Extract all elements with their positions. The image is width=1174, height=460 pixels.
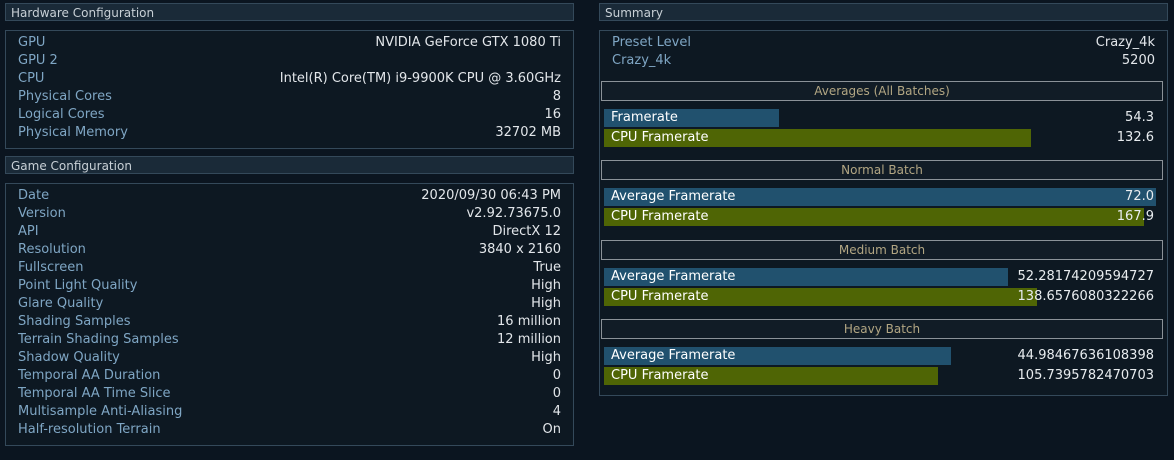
batch-section-title: Heavy Batch	[601, 319, 1163, 339]
config-key: Date	[18, 188, 50, 203]
bar-value: 167.9	[1116, 209, 1154, 224]
config-key: Shading Samples	[18, 314, 131, 329]
config-key: Point Light Quality	[18, 278, 138, 293]
bar-value: 72.0	[1125, 189, 1154, 204]
bar-value: 132.6	[1116, 130, 1154, 145]
config-value: 0	[552, 386, 561, 401]
config-row: Point Light Quality High	[6, 277, 573, 295]
hardware-config-panel: GPU NVIDIA GeForce GTX 1080 Ti GPU 2 CPU Int…	[5, 30, 574, 149]
batch-section-title: Normal Batch	[601, 160, 1163, 180]
config-row: Glare Quality High	[6, 295, 573, 313]
config-row: Fullscreen True	[6, 259, 573, 277]
config-row: API DirectX 12	[6, 223, 573, 241]
cpu-framerate-bar-row: CPU Framerate 105.7395782470703	[604, 367, 1156, 385]
config-value: v2.92.73675.0	[466, 206, 561, 221]
bar-label: Framerate	[611, 110, 678, 125]
framerate-bar-row: Framerate 54.3	[604, 109, 1156, 127]
batch-section-title: Averages (All Batches)	[601, 81, 1163, 101]
config-row: Physical Cores 8	[6, 88, 573, 106]
config-value: 3840 x 2160	[478, 242, 561, 257]
config-key: Physical Cores	[18, 89, 112, 104]
config-key: Glare Quality	[18, 296, 104, 311]
bar-label: CPU Framerate	[611, 130, 709, 145]
config-value: 12 million	[497, 332, 561, 347]
config-row: CPU Intel(R) Core(TM) i9-9900K CPU @ 3.60…	[6, 70, 573, 88]
config-value: Intel(R) Core(TM) i9-9900K CPU @ 3.60GHz	[279, 71, 561, 86]
batch-section-title: Medium Batch	[601, 240, 1163, 260]
config-row: GPU NVIDIA GeForce GTX 1080 Ti	[6, 34, 573, 52]
bar-label: Average Framerate	[611, 189, 736, 204]
bar-label: Average Framerate	[611, 269, 736, 284]
summary-row: Crazy_4k 5200	[600, 52, 1167, 70]
summary-key: Preset Level	[612, 35, 691, 50]
bar-value: 105.7395782470703	[1017, 368, 1154, 383]
config-value: 8	[552, 89, 561, 104]
config-row: GPU 2	[6, 52, 573, 70]
config-row: Shading Samples 16 million	[6, 313, 573, 331]
config-row: Date 2020/09/30 06:43 PM	[6, 187, 573, 205]
config-value: 32702 MB	[495, 125, 561, 140]
config-value: 16	[544, 107, 561, 122]
config-value: 16 million	[497, 314, 561, 329]
summary-row: Preset Level Crazy_4k	[600, 34, 1167, 52]
config-key: Terrain Shading Samples	[18, 332, 179, 347]
config-value: True	[533, 260, 561, 275]
config-value: NVIDIA GeForce GTX 1080 Ti	[375, 35, 561, 50]
config-key: Version	[18, 206, 66, 221]
framerate-bar-row: Average Framerate 44.98467636108398	[604, 347, 1156, 365]
bar-label: CPU Framerate	[611, 368, 709, 383]
config-value: High	[531, 296, 561, 311]
config-value: High	[531, 278, 561, 293]
game-config-header: Game Configuration	[5, 156, 574, 174]
config-row: Half-resolution Terrain On	[6, 421, 573, 439]
config-key: GPU 2	[18, 53, 58, 68]
config-row: Resolution 3840 x 2160	[6, 241, 573, 259]
config-row: Temporal AA Duration 0	[6, 367, 573, 385]
summary-value: 5200	[1121, 53, 1155, 68]
summary-value: Crazy_4k	[1095, 35, 1155, 50]
config-value: DirectX 12	[492, 224, 561, 239]
config-value: High	[531, 350, 561, 365]
cpu-framerate-bar-row: CPU Framerate 132.6	[604, 129, 1156, 147]
bar-value: 54.3	[1125, 110, 1154, 125]
config-key: Half-resolution Terrain	[18, 422, 161, 437]
framerate-bar-row: Average Framerate 72.0	[604, 188, 1156, 206]
config-key: Fullscreen	[18, 260, 84, 275]
config-key: GPU	[18, 35, 46, 50]
config-key: Temporal AA Duration	[18, 368, 161, 383]
config-key: Resolution	[18, 242, 86, 257]
config-row: Temporal AA Time Slice 0	[6, 385, 573, 403]
config-value: On	[542, 422, 561, 437]
framerate-bar-row: Average Framerate 52.28174209594727	[604, 268, 1156, 286]
bar-label: CPU Framerate	[611, 209, 709, 224]
config-key: Temporal AA Time Slice	[18, 386, 171, 401]
config-value: 2020/09/30 06:43 PM	[421, 188, 561, 203]
bar-label: CPU Framerate	[611, 289, 709, 304]
config-key: Multisample Anti-Aliasing	[18, 404, 183, 419]
bar-label: Average Framerate	[611, 348, 736, 363]
config-row: Physical Memory 32702 MB	[6, 124, 573, 142]
bar-value: 138.6576080322266	[1017, 289, 1154, 304]
game-config-panel: Date 2020/09/30 06:43 PM Version v2.92.7367…	[5, 183, 574, 446]
config-key: CPU	[18, 71, 45, 86]
cpu-framerate-bar-row: CPU Framerate 138.6576080322266	[604, 288, 1156, 306]
config-key: API	[18, 224, 39, 239]
config-row: Version v2.92.73675.0	[6, 205, 573, 223]
config-row: Shadow Quality High	[6, 349, 573, 367]
config-row: Logical Cores 16	[6, 106, 573, 124]
summary-key: Crazy_4k	[612, 53, 672, 68]
bar-value: 52.28174209594727	[1017, 269, 1154, 284]
config-key: Logical Cores	[18, 107, 105, 122]
hardware-config-header: Hardware Configuration	[5, 3, 574, 21]
config-key: Physical Memory	[18, 125, 128, 140]
bar-value: 44.98467636108398	[1017, 348, 1154, 363]
config-value: 4	[552, 404, 561, 419]
config-row: Terrain Shading Samples 12 million	[6, 331, 573, 349]
config-key: Shadow Quality	[18, 350, 120, 365]
cpu-framerate-bar-row: CPU Framerate 167.9	[604, 208, 1156, 226]
summary-header: Summary	[599, 3, 1168, 21]
config-row: Multisample Anti-Aliasing 4	[6, 403, 573, 421]
config-value: 0	[552, 368, 561, 383]
